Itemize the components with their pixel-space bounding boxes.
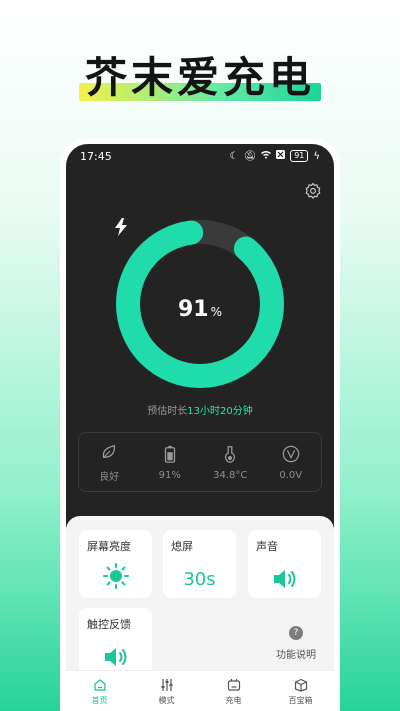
stat-voltage-value: 0.0V bbox=[279, 469, 303, 481]
screen-off-value: 30s bbox=[183, 569, 216, 590]
tab-home-label: 首页 bbox=[91, 695, 108, 705]
stat-voltage: 0.0V bbox=[261, 433, 322, 491]
charge-ring: 91 % bbox=[114, 218, 286, 390]
status-bar: 17:45 ☾ 🔕︎ 91 ϟ bbox=[66, 144, 334, 168]
tab-mode-label: 模式 bbox=[158, 695, 175, 705]
banner: 芥末爱充电 bbox=[0, 44, 400, 105]
ring-center: 91 % bbox=[114, 218, 286, 390]
banner-title-text: 芥末爱充电 bbox=[84, 53, 315, 102]
home-icon bbox=[93, 678, 106, 691]
phone-frame: 17:45 ☾ 🔕︎ 91 ϟ 91 % 预估时长13小时20分钟 良好 91%… bbox=[60, 138, 340, 711]
bottom-tab-bar: 首页 模式 充电 百宝箱 bbox=[66, 670, 334, 711]
stat-temperature-value: 34.8°C bbox=[213, 469, 248, 481]
thermometer-icon bbox=[225, 445, 236, 463]
mute-icon: 🔕︎ bbox=[243, 150, 257, 162]
estimate-prefix: 预估时长 bbox=[147, 406, 188, 417]
screen-off-title: 熄屏 bbox=[171, 540, 193, 553]
sim-icon bbox=[276, 150, 286, 162]
stat-health: 良好 bbox=[79, 433, 140, 491]
speaker-icon bbox=[104, 648, 126, 666]
battery-icon bbox=[164, 445, 175, 463]
charge-percent: 91 bbox=[177, 296, 209, 322]
stats-panel: 良好 91% 34.8°C 0.0V bbox=[78, 432, 322, 492]
voltage-icon bbox=[282, 445, 300, 462]
stat-health-value: 良好 bbox=[99, 471, 120, 483]
gear-icon bbox=[305, 182, 321, 199]
tab-charge-label: 充电 bbox=[225, 695, 242, 705]
haptics-title: 触控反馈 bbox=[87, 618, 131, 631]
leaf-icon bbox=[102, 444, 116, 458]
banner-title: 芥末爱充电 bbox=[78, 44, 321, 105]
stat-temperature: 34.8°C bbox=[200, 433, 261, 491]
charging-bolt-icon: ϟ bbox=[313, 150, 320, 162]
sliders-icon bbox=[161, 678, 172, 691]
sun-icon bbox=[102, 563, 129, 589]
app-screen: 17:45 ☾ 🔕︎ 91 ϟ 91 % 预估时长13小时20分钟 良好 91%… bbox=[66, 144, 334, 711]
tab-charge[interactable]: 充电 bbox=[200, 671, 267, 711]
percent-unit: % bbox=[210, 304, 223, 319]
estimate-value: 13小时20分钟 bbox=[187, 406, 253, 417]
speaker-icon bbox=[273, 570, 295, 588]
tab-home[interactable]: 首页 bbox=[66, 671, 133, 711]
settings-button[interactable] bbox=[304, 182, 322, 200]
estimate-time: 预估时长13小时20分钟 bbox=[66, 402, 334, 417]
stat-battery: 91% bbox=[140, 433, 201, 491]
stat-battery-value: 91% bbox=[158, 469, 181, 481]
battery-indicator: 91 bbox=[290, 150, 309, 162]
help-button[interactable]: ? 功能说明 bbox=[266, 626, 326, 661]
brightness-title: 屏幕亮度 bbox=[87, 540, 131, 553]
wifi-icon bbox=[261, 150, 272, 162]
screen-off-card[interactable]: 熄屏 30s bbox=[163, 530, 236, 598]
moon-icon: ☾ bbox=[229, 150, 239, 162]
status-time: 17:45 bbox=[80, 149, 112, 163]
tab-toolbox-label: 百宝箱 bbox=[288, 695, 313, 705]
tab-mode[interactable]: 模式 bbox=[133, 671, 200, 711]
status-icons: ☾ 🔕︎ 91 ϟ bbox=[230, 150, 320, 162]
question-icon: ? bbox=[289, 626, 303, 640]
charger-icon bbox=[227, 678, 240, 691]
percent-line: 91 % bbox=[178, 297, 222, 322]
haptics-card[interactable]: 触控反馈 bbox=[79, 608, 152, 676]
tab-toolbox[interactable]: 百宝箱 bbox=[267, 671, 334, 711]
box-icon bbox=[294, 678, 307, 692]
help-label: 功能说明 bbox=[276, 650, 316, 661]
sound-title: 声音 bbox=[256, 540, 278, 553]
sound-card[interactable]: 声音 bbox=[248, 530, 321, 598]
brightness-card[interactable]: 屏幕亮度 bbox=[79, 530, 152, 598]
